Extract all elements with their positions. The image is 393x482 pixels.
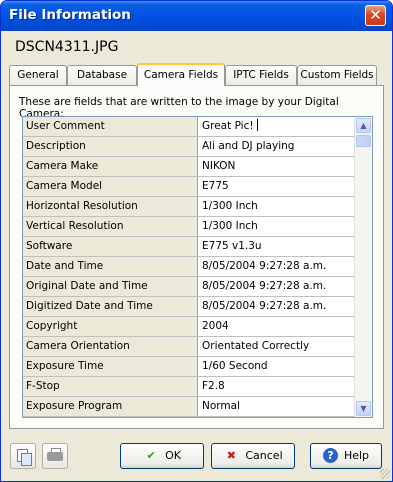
text-caret [256,119,258,131]
table-row: F-Stop F2.8 [23,377,356,397]
field-value[interactable]: Ali and DJ playing [199,137,359,156]
check-icon: ✔ [146,449,156,462]
table-row: Original Date and Time 8/05/2004 9:27:28… [23,277,356,297]
help-label: Help [343,449,370,462]
scroll-thumb[interactable] [356,135,371,147]
field-value[interactable]: 1/300 Inch [199,197,359,216]
field-value[interactable]: Orientated Correctly [199,337,359,356]
print-button[interactable] [42,443,68,469]
tab-label: Custom Fields [300,69,374,81]
window-title: File Information [9,7,131,23]
table-row: Copyright 2004 [23,317,356,337]
field-value[interactable]: 8/05/2004 9:27:28 a.m. [199,257,359,276]
help-button[interactable]: ? Help [310,443,382,469]
cancel-label: Cancel [245,449,283,462]
close-button[interactable]: ✕ [365,5,386,26]
field-value[interactable]: 1/300 Inch [199,217,359,236]
field-name: Camera Make [23,157,198,176]
chevron-down-icon: ▼ [360,404,367,413]
ok-button[interactable]: ✔ OK [120,443,204,469]
field-name: Horizontal Resolution [23,197,198,216]
field-value[interactable]: NIKON [199,157,359,176]
table-row: Software E775 v1.3u [23,237,356,257]
scroll-up-button[interactable]: ▲ [356,118,371,133]
copy-button[interactable] [10,443,36,469]
table-row: User Comment Great Pic! [23,117,356,137]
field-name: Exposure Time [23,357,198,376]
field-value[interactable]: F2.8 [199,377,359,396]
resize-grip[interactable] [380,469,390,479]
tab-label: IPTC Fields [233,69,289,81]
help-icon: ? [322,448,338,463]
tab-iptc-fields[interactable]: IPTC Fields [225,65,297,85]
button-bar: ✔ OK ✖ Cancel ? Help [1,437,392,481]
table-row: Exposure Time 1/60 Second [23,357,356,377]
table-row: Vertical Resolution 1/300 Inch [23,217,356,237]
scroll-down-button[interactable]: ▼ [356,401,371,416]
table-row: Camera Orientation Orientated Correctly [23,337,356,357]
field-name: Date and Time [23,257,198,276]
field-value[interactable]: E775 v1.3u [199,237,359,256]
field-name: Exposure Program [23,397,198,416]
field-value[interactable]: 8/05/2004 9:27:28 a.m. [199,297,359,316]
field-name: Description [23,137,198,156]
chevron-up-icon: ▲ [360,121,367,130]
field-name: F-Stop [23,377,198,396]
ok-label: OK [165,449,181,462]
field-value[interactable]: E775 [199,177,359,196]
tab-label: Camera Fields [143,69,219,81]
table-row: Camera Make NIKON [23,157,356,177]
table-row: Horizontal Resolution 1/300 Inch [23,197,356,217]
field-name: Camera Orientation [23,337,198,356]
tab-database[interactable]: Database [67,65,137,85]
tab-custom-fields[interactable]: Custom Fields [297,65,377,85]
field-value[interactable]: 1/60 Second [199,357,359,376]
tab-label: Database [76,69,128,81]
cancel-button[interactable]: ✖ Cancel [211,443,295,469]
table-row: Camera Model E775 [23,177,356,197]
file-name: DSCN4311.JPG [15,39,119,55]
title-bar[interactable]: File Information ✕ [1,1,392,31]
field-value[interactable]: Normal [199,397,359,416]
field-name: Software [23,237,198,256]
table-row: Description Ali and DJ playing [23,137,356,157]
fields-grid[interactable]: User Comment Great Pic! Description Ali … [22,116,373,418]
camera-fields-panel: These are fields that are written to the… [9,85,384,429]
close-icon: ✕ [369,6,382,24]
field-name: User Comment [23,117,198,136]
table-row: Exposure Program Normal [23,397,356,417]
tab-camera-fields[interactable]: Camera Fields [137,63,225,86]
tab-general[interactable]: General [9,65,67,85]
vertical-scrollbar[interactable]: ▲ ▼ [354,117,372,417]
field-name: Digitized Date and Time [23,297,198,316]
field-value: Great Pic! [202,120,254,132]
field-name: Original Date and Time [23,277,198,296]
tab-label: General [17,69,59,81]
table-row: Digitized Date and Time 8/05/2004 9:27:2… [23,297,356,317]
field-name: Vertical Resolution [23,217,198,236]
table-row: Date and Time 8/05/2004 9:27:28 a.m. [23,257,356,277]
field-value[interactable]: 2004 [199,317,359,336]
field-name: Camera Model [23,177,198,196]
field-value[interactable]: 8/05/2004 9:27:28 a.m. [199,277,359,296]
field-name: Copyright [23,317,198,336]
x-icon: ✖ [226,449,236,462]
field-value-editor[interactable]: Great Pic! [199,117,359,136]
file-information-dialog: File Information ✕ DSCN4311.JPG General … [0,0,393,482]
